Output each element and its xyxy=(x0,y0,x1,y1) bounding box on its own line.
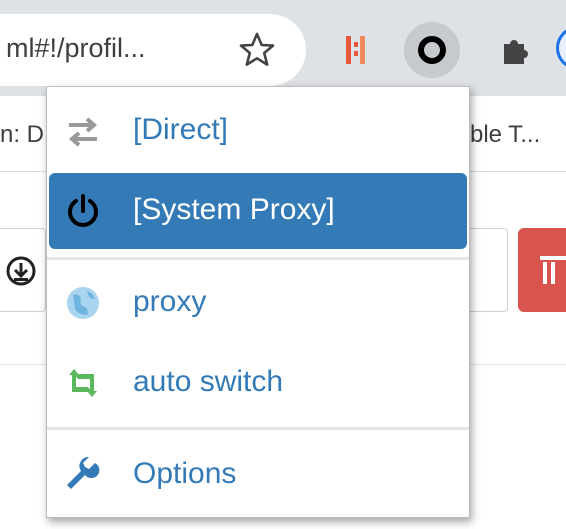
menu-item-label: Options xyxy=(133,457,237,490)
menu-divider xyxy=(47,427,469,430)
switchyomega-button[interactable] xyxy=(404,22,460,78)
address-bar[interactable]: ml#!/profil... xyxy=(0,14,306,86)
address-bar-url[interactable]: ml#!/profil... xyxy=(6,33,146,64)
bookmark-item[interactable]: ble T... xyxy=(470,121,540,149)
trash-icon xyxy=(540,256,566,284)
menu-item-system-proxy[interactable]: [System Proxy] xyxy=(49,173,467,249)
browser-toolbar: ml#!/profil... xyxy=(0,0,566,96)
globe-icon xyxy=(67,287,99,319)
switchyomega-icon xyxy=(418,36,446,64)
power-icon xyxy=(68,194,98,227)
profile-popup-menu: [Direct] [System Proxy] proxy auto switc… xyxy=(46,86,470,518)
bookmark-item[interactable]: n: D xyxy=(0,121,44,149)
extensions-menu-button[interactable] xyxy=(488,22,544,78)
download-button[interactable] xyxy=(0,228,46,312)
menu-item-options[interactable]: Options xyxy=(47,437,469,513)
retweet-icon xyxy=(69,369,97,397)
menu-item-auto-switch[interactable]: auto switch xyxy=(47,345,469,421)
swap-arrows-icon xyxy=(68,117,98,147)
puzzle-icon xyxy=(504,40,528,64)
menu-item-proxy[interactable]: proxy xyxy=(47,265,469,341)
bookmark-extension-button[interactable] xyxy=(328,22,384,78)
download-icon xyxy=(6,256,36,286)
menu-item-label: [Direct] xyxy=(133,113,229,146)
profile-avatar[interactable] xyxy=(556,26,566,70)
wrench-icon xyxy=(67,456,100,489)
menu-item-label: auto switch xyxy=(133,365,284,398)
menu-item-label: [System Proxy] xyxy=(133,193,335,226)
delete-button[interactable] xyxy=(518,228,566,312)
star-icon[interactable] xyxy=(237,30,277,70)
menu-item-label: proxy xyxy=(133,285,207,318)
menu-divider xyxy=(47,257,469,260)
menu-item-direct[interactable]: [Direct] xyxy=(47,93,469,169)
bookmark-extension-icon xyxy=(346,36,365,64)
